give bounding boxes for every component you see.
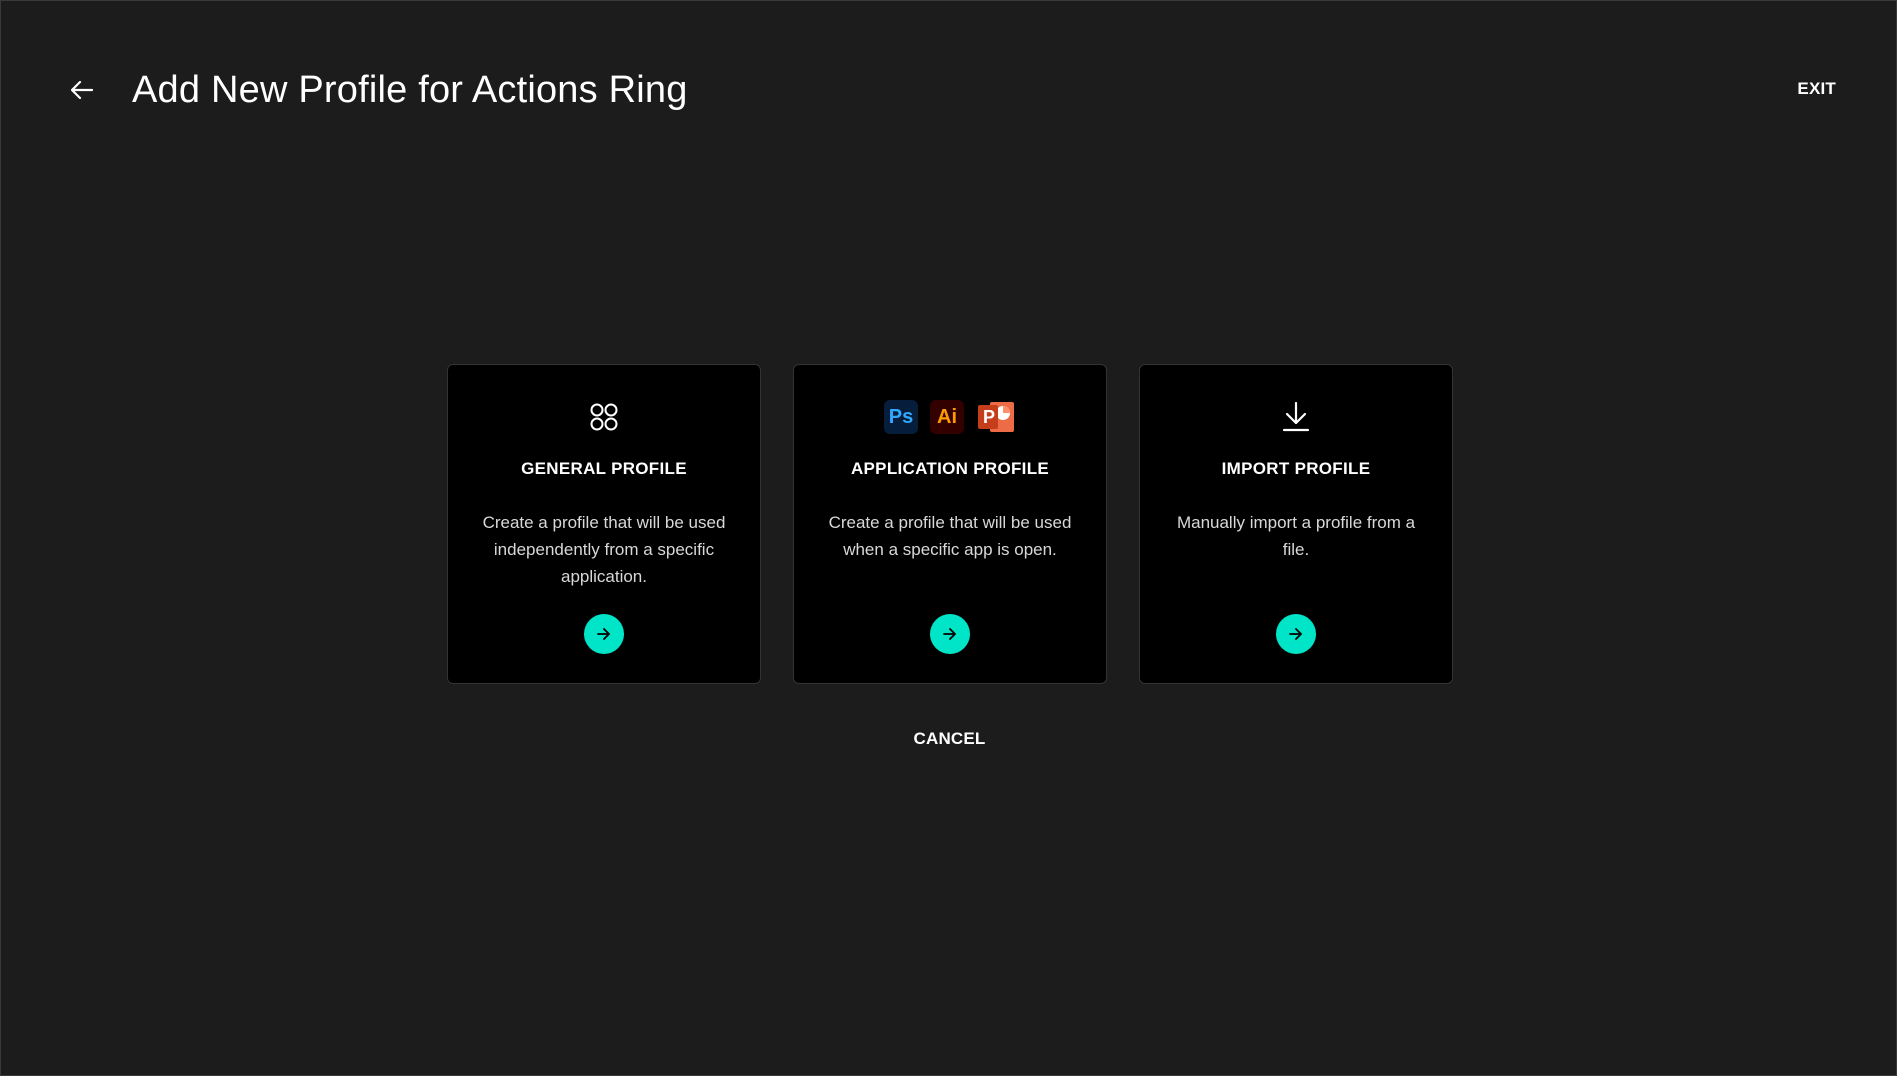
card-icon-area: Ps Ai P bbox=[794, 399, 1106, 435]
arrow-right-icon bbox=[943, 628, 956, 640]
import-profile-card[interactable]: IMPORT PROFILE Manually import a profile… bbox=[1139, 364, 1453, 684]
general-profile-title: GENERAL PROFILE bbox=[521, 459, 687, 478]
illustrator-icon: Ai bbox=[930, 400, 964, 434]
back-button[interactable] bbox=[65, 73, 99, 107]
import-profile-title: IMPORT PROFILE bbox=[1221, 459, 1371, 478]
cancel-button-row: CANCEL bbox=[1, 729, 1897, 749]
application-profile-card[interactable]: Ps Ai P APPLICATION PROFILE Create a pro… bbox=[793, 364, 1107, 684]
arrow-left-icon bbox=[71, 81, 93, 99]
download-icon bbox=[1282, 401, 1310, 432]
apps-grid-icon bbox=[590, 403, 618, 431]
arrow-right-icon bbox=[597, 628, 610, 640]
application-profile-next-button[interactable] bbox=[930, 614, 970, 654]
dialog-window: Add New Profile for Actions Ring EXIT GE… bbox=[0, 0, 1897, 1076]
exit-button[interactable]: EXIT bbox=[1797, 79, 1836, 99]
profile-options: GENERAL PROFILE Create a profile that wi… bbox=[447, 364, 1453, 684]
photoshop-icon: Ps bbox=[884, 400, 918, 434]
cancel-button[interactable]: CANCEL bbox=[913, 729, 985, 748]
page-title: Add New Profile for Actions Ring bbox=[132, 69, 688, 111]
general-profile-description: Create a profile that will be used indep… bbox=[482, 513, 726, 586]
powerpoint-icon: P bbox=[976, 400, 1016, 434]
import-profile-next-button[interactable] bbox=[1276, 614, 1316, 654]
powerpoint-letter: P bbox=[983, 407, 996, 427]
card-icon-area bbox=[448, 399, 760, 435]
card-icon-area bbox=[1140, 399, 1452, 435]
application-profile-description: Create a profile that will be used when … bbox=[828, 513, 1072, 559]
application-profile-title: APPLICATION PROFILE bbox=[850, 459, 1050, 478]
general-profile-card[interactable]: GENERAL PROFILE Create a profile that wi… bbox=[447, 364, 761, 684]
arrow-right-icon bbox=[1289, 628, 1302, 640]
general-profile-next-button[interactable] bbox=[584, 614, 624, 654]
import-profile-description: Manually import a profile from a file. bbox=[1176, 513, 1416, 559]
